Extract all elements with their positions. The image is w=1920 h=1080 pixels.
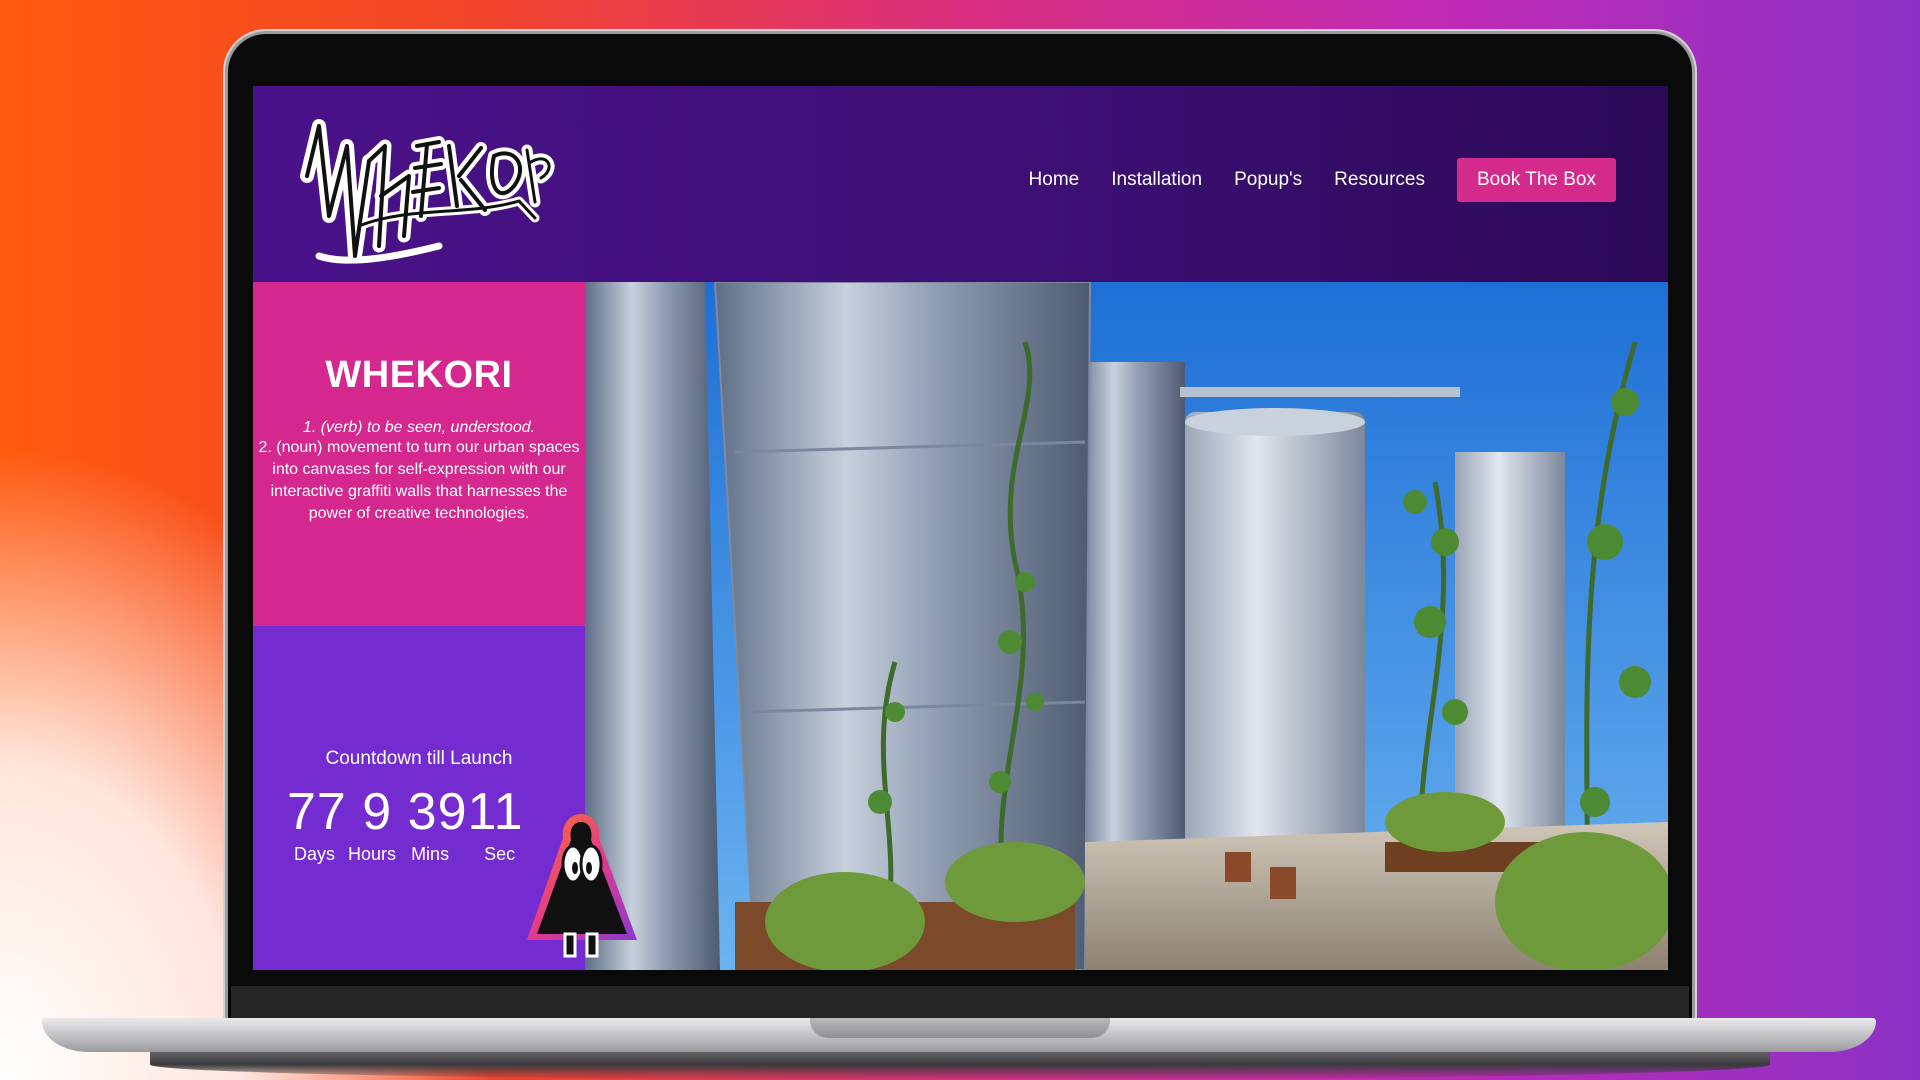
nav-resources[interactable]: Resources — [1334, 169, 1425, 191]
countdown-values: 77 9 3911 — [287, 782, 524, 842]
website-screen: Home Installation Popup's Resources Book… — [253, 86, 1668, 970]
countdown-days: 77 — [287, 783, 347, 841]
label-secs: Sec — [484, 844, 516, 864]
laptop-bezel-bottom — [231, 986, 1689, 1022]
silo-photo — [585, 282, 1668, 970]
countdown-mins: 39 — [407, 783, 468, 841]
definition-noun: 2. (noun) movement to turn our urban spa… — [258, 439, 580, 522]
book-the-box-button[interactable]: Book The Box — [1456, 158, 1616, 202]
laptop-shadow — [150, 1049, 1770, 1080]
site-logo[interactable] — [289, 106, 559, 271]
countdown-title: Countdown till Launch — [325, 748, 513, 769]
countdown-hours: 9 — [362, 783, 393, 841]
laptop-notch — [810, 1018, 1110, 1038]
nav-installation[interactable]: Installation — [1111, 169, 1202, 191]
mascot-icon — [521, 808, 641, 970]
definition-verb: 1. (verb) to be seen, understood. — [302, 419, 536, 436]
label-days: Days — [294, 844, 336, 864]
hero-image-silos — [585, 282, 1668, 970]
nav-popups[interactable]: Popup's — [1234, 169, 1302, 191]
definition-panel: WHEKORI 1. (verb) to be seen, understood… — [253, 282, 585, 626]
site-header: Home Installation Popup's Resources Book… — [253, 86, 1668, 282]
label-mins: Mins — [411, 844, 450, 864]
countdown-secs: 11 — [467, 783, 524, 841]
main-nav: Home Installation Popup's Resources Book… — [997, 158, 1616, 202]
countdown-labels: Days Hours Mins Sec — [294, 844, 515, 865]
label-hours: Hours — [348, 844, 397, 864]
nav-home[interactable]: Home — [1029, 169, 1080, 191]
graffiti-logo — [300, 119, 555, 264]
page-title: WHEKORI — [325, 354, 513, 396]
